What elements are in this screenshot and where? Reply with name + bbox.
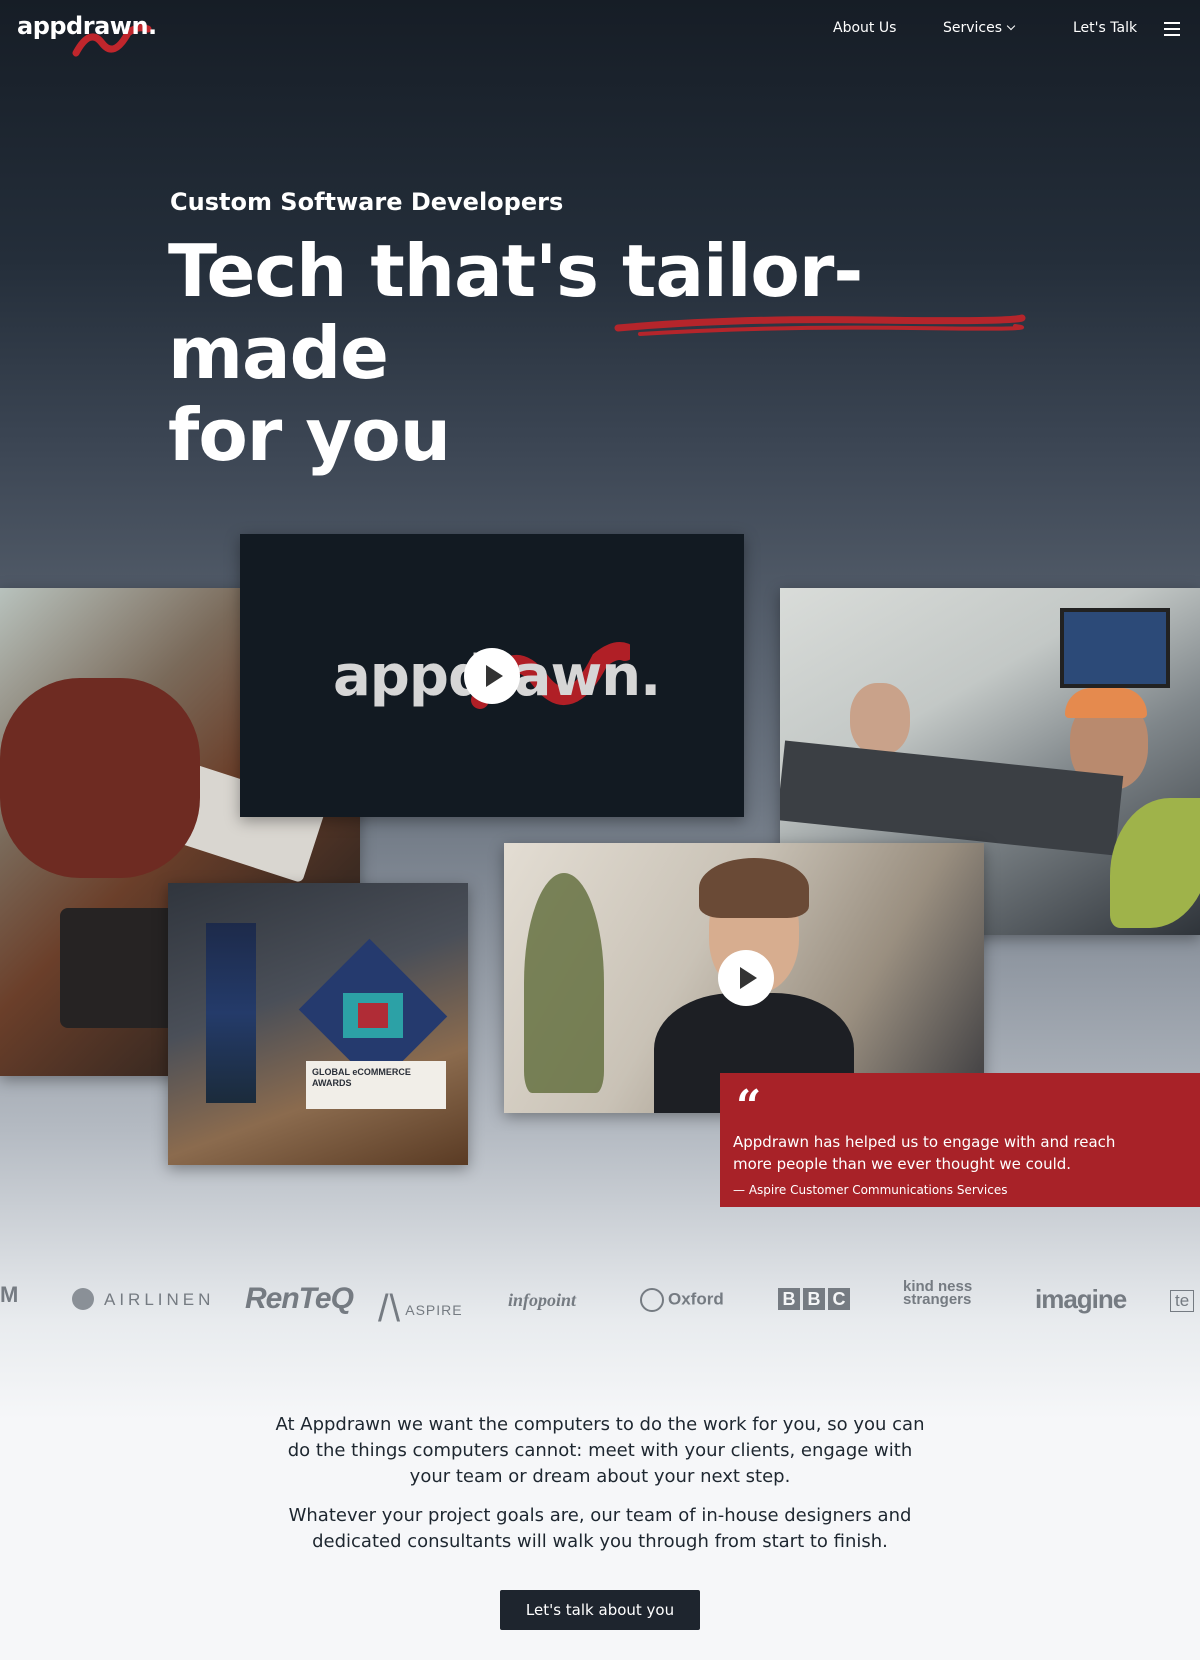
- promo-video[interactable]: appdrawn.: [240, 534, 744, 817]
- monitor-shape: [1060, 608, 1170, 688]
- award-plaque-label: GLOBAL eCOMMERCE AWARDS: [306, 1061, 446, 1109]
- awards-photo: GLOBAL eCOMMERCE AWARDS: [168, 883, 468, 1165]
- person-face-shape: [850, 683, 910, 755]
- award-emblem-core-shape: [358, 1003, 388, 1028]
- headline-part2: for you: [168, 393, 451, 477]
- logo-text: appdrawn.: [17, 12, 157, 40]
- hair-shape: [699, 858, 809, 918]
- client-logo-aspire: /\ ASPIRE: [378, 1282, 463, 1330]
- site-logo[interactable]: appdrawn.: [17, 12, 157, 57]
- headline-part1: Tech that's: [168, 229, 599, 313]
- airlinen-icon: [72, 1288, 94, 1310]
- bbc-letter: B: [803, 1288, 825, 1310]
- chevron-down-icon: [1006, 21, 1016, 31]
- client-logo-bbc: BBC: [778, 1288, 853, 1310]
- nav-services-label: Services: [943, 20, 1003, 36]
- plant-shape: [1110, 798, 1200, 928]
- client-logo-m: M: [0, 1282, 19, 1307]
- trophy-shape: [206, 923, 256, 1103]
- client-logo-imagine: imagine: [1035, 1284, 1127, 1314]
- aspire-icon: /\: [378, 1288, 402, 1330]
- client-logos: M AIRLINEN RenTeQ /\ ASPIRE infopoint Ox…: [0, 1272, 1200, 1332]
- client-logo-renteq: RenTeQ: [245, 1282, 354, 1315]
- nav-about-us[interactable]: About Us: [833, 20, 896, 36]
- intro-paragraph-2: Whatever your project goals are, our tea…: [288, 1505, 912, 1552]
- quote-icon: “: [736, 1081, 762, 1132]
- play-icon[interactable]: [718, 950, 774, 1006]
- nav-services[interactable]: Services: [943, 20, 1016, 36]
- site-header: appdrawn. About Us Services Let's Talk: [0, 0, 1200, 62]
- quote-citation: — Aspire Customer Communications Service…: [733, 1183, 1008, 1197]
- arm-shape: [0, 678, 200, 878]
- hamburger-icon[interactable]: [1164, 22, 1180, 36]
- hero-eyebrow: Custom Software Developers: [170, 188, 564, 216]
- intro-paragraph-1: At Appdrawn we want the computers to do …: [275, 1414, 925, 1487]
- play-icon[interactable]: [464, 648, 520, 704]
- client-logo-airlinen: AIRLINEN: [104, 1290, 215, 1309]
- headline-underline-icon: [614, 314, 1026, 336]
- testimonial-quote: “ Appdrawn has helped us to engage with …: [720, 1073, 1200, 1207]
- nav-lets-talk[interactable]: Let's Talk: [1073, 20, 1137, 36]
- globe-icon: [640, 1288, 664, 1312]
- aspire-logo-text: ASPIRE: [405, 1302, 463, 1318]
- quote-text: Appdrawn has helped us to engage with an…: [733, 1133, 1116, 1173]
- client-logo-te: te: [1170, 1290, 1195, 1312]
- oxford-logo-text: Oxford: [668, 1289, 724, 1309]
- client-logo-oxford: Oxford: [640, 1288, 724, 1312]
- client-logo-kindness-of-strangers: kind ness strangers: [903, 1278, 973, 1308]
- client-logo-infopoint: infopoint: [508, 1290, 577, 1310]
- bbc-letter: B: [778, 1288, 800, 1310]
- hero-headline: Tech that's tailor-made for you: [168, 230, 1068, 476]
- lets-talk-button[interactable]: Let's talk about you: [500, 1590, 700, 1630]
- orange-cap-shape: [1065, 688, 1147, 718]
- bbc-letter: C: [828, 1288, 850, 1310]
- plant-shape: [524, 873, 604, 1093]
